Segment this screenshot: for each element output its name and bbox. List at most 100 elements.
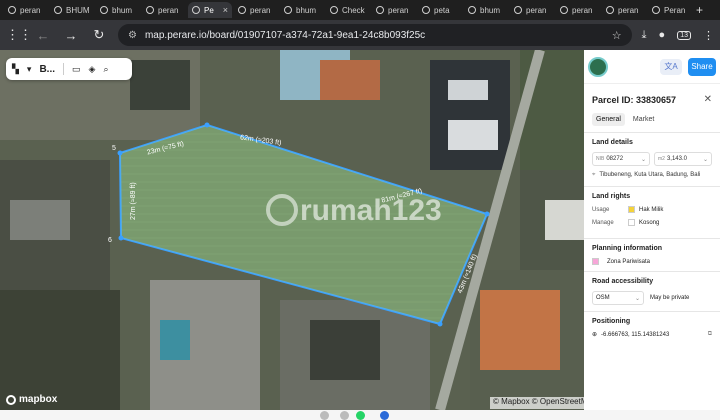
board-name[interactable]: B... — [39, 64, 55, 75]
browser-tab[interactable]: peran — [556, 2, 600, 18]
manage-row: Manage Kosong — [592, 219, 712, 226]
new-tab-button[interactable]: + — [696, 3, 703, 17]
reload-button[interactable]: ↻ — [90, 27, 108, 43]
bottom-strip — [0, 410, 720, 420]
section-title: Planning information — [592, 245, 662, 252]
map-type-icon[interactable]: ▚ — [12, 64, 19, 75]
vertex-handle — [204, 122, 210, 128]
road-source-select[interactable]: OSM ⌄ — [592, 291, 644, 305]
browser-tab[interactable]: peran — [4, 2, 48, 18]
browser-tab[interactable]: Check — [326, 2, 370, 18]
tab-label: bhum — [112, 5, 133, 15]
browser-tab[interactable]: Peran — [648, 2, 692, 18]
area-field[interactable]: m2 3,143.0 ⌄ — [654, 152, 712, 166]
app-icon[interactable] — [380, 411, 389, 420]
back-button[interactable]: ← — [34, 28, 52, 43]
chevron-down-icon: ⌄ — [640, 156, 646, 163]
panel-header: 文A Share — [584, 50, 720, 84]
tab-label: peran — [526, 5, 547, 15]
map-attribution[interactable]: © Mapbox © OpenStreetMap — [490, 397, 584, 409]
tab-close-icon[interactable]: × — [223, 5, 228, 15]
close-icon[interactable]: ✕ — [704, 94, 712, 105]
apps-grid-icon[interactable]: ⋮⋮ — [6, 27, 32, 43]
vertex-label: 6 — [108, 237, 112, 244]
address-bar[interactable]: ⚙ map.perare.io/board/01907107-a374-72a1… — [118, 24, 632, 46]
vertex-handle — [118, 235, 124, 241]
area-value: 3,143.0 — [666, 156, 687, 162]
usage-swatch — [628, 206, 635, 213]
chevron-down-icon: ⌄ — [634, 295, 640, 302]
zone-value: Zona Pariwisata — [607, 258, 651, 265]
zone-row: Zona Pariwisata — [592, 258, 712, 265]
bookmark-star-icon[interactable]: ☆ — [612, 29, 622, 42]
tab-label: BHUM — [66, 5, 90, 15]
browser-tab[interactable]: Pe × — [188, 2, 232, 18]
app-icon[interactable] — [320, 411, 329, 420]
browser-tab[interactable]: bhum — [464, 2, 508, 18]
tab-label: bhum — [480, 5, 501, 15]
tab-label: bhum — [296, 5, 317, 15]
vertex-handle — [117, 150, 123, 156]
tab-market[interactable]: Market — [629, 113, 658, 126]
browser-tab[interactable]: bhum — [96, 2, 140, 18]
tab-favicon-icon — [422, 6, 430, 14]
browser-tab-bar: peran BHUM bhum peran Pe × peran bhum Check peran… — [0, 0, 720, 20]
tab-count-button[interactable]: 13 — [677, 30, 691, 40]
tab-label: peran — [158, 5, 179, 15]
planning-section: Planning information Zona Pariwisata — [584, 238, 720, 271]
parcel-header: Parcel ID: 33830657 ✕ — [584, 84, 720, 111]
map-controls-bar: ▚ ▾ B... ▭ ◈ ⌕ — [6, 58, 132, 80]
browser-tab[interactable]: peran — [372, 2, 416, 18]
share-button[interactable]: Share — [688, 57, 716, 76]
dropdown-arrow-icon[interactable]: ▾ — [27, 64, 32, 75]
tab-general[interactable]: General — [592, 113, 625, 126]
layers-icon[interactable]: ◈ — [89, 64, 96, 75]
usage-value: Hak Milik — [639, 206, 664, 213]
crosshair-icon: ⊕ — [592, 332, 598, 338]
tab-favicon-icon — [284, 6, 292, 14]
download-icon[interactable]: ⤓ — [642, 29, 647, 42]
tab-label: Check — [342, 5, 365, 15]
land-details-section: Land details NIB 08272 ⌄ m2 3,143.0 ⌄ ⌖ … — [584, 132, 720, 186]
usage-label: Usage — [592, 206, 610, 213]
browser-tab[interactable]: peran — [142, 2, 186, 18]
browser-tab[interactable]: peran — [234, 2, 278, 18]
search-icon[interactable]: ⌕ — [103, 64, 108, 75]
browser-tab[interactable]: BHUM — [50, 2, 94, 18]
browser-tab[interactable]: peta — [418, 2, 462, 18]
tab-favicon-icon — [238, 6, 246, 14]
tab-label: peran — [618, 5, 639, 15]
app-icon[interactable] — [340, 411, 349, 420]
browser-tab[interactable]: bhum — [280, 2, 324, 18]
language-button[interactable]: 文A — [660, 58, 682, 75]
tab-favicon-icon — [560, 6, 568, 14]
book-icon[interactable]: ▭ — [72, 64, 81, 75]
avatar[interactable] — [588, 56, 608, 77]
nib-field[interactable]: NIB 08272 ⌄ — [592, 152, 650, 166]
area-unit: m2 — [658, 156, 665, 162]
microphone-icon[interactable]: ● — [659, 29, 666, 41]
road-row: OSM ⌄ May be private — [592, 291, 712, 305]
manage-value: Kosong — [639, 219, 660, 226]
tab-favicon-icon — [514, 6, 522, 14]
nib-value: 08272 — [606, 156, 624, 162]
tab-favicon-icon — [376, 6, 384, 14]
forward-button[interactable]: → — [62, 28, 80, 43]
site-settings-icon[interactable]: ⚙ — [128, 30, 137, 41]
tab-favicon-icon — [468, 6, 476, 14]
manage-label: Manage — [592, 219, 614, 226]
tab-label: peran — [250, 5, 271, 15]
browser-tab[interactable]: peran — [510, 2, 554, 18]
tab-favicon-icon — [146, 6, 154, 14]
panel-tabs: General Market — [584, 111, 720, 132]
edge-label: 27m (≈89 ft) — [130, 182, 137, 220]
watermark-logo: rumah123 — [300, 194, 442, 227]
vertex-handle — [484, 211, 490, 217]
browser-tab[interactable]: peran — [602, 2, 646, 18]
menu-icon[interactable]: ⋮ — [703, 29, 714, 42]
whatsapp-icon[interactable] — [356, 411, 365, 420]
parcel-side-panel: 文A Share Parcel ID: 33830657 ✕ General M… — [584, 50, 720, 410]
vertex-handle — [437, 321, 443, 327]
copy-icon[interactable]: ⧉ — [708, 331, 712, 338]
tab-favicon-icon — [652, 6, 660, 14]
